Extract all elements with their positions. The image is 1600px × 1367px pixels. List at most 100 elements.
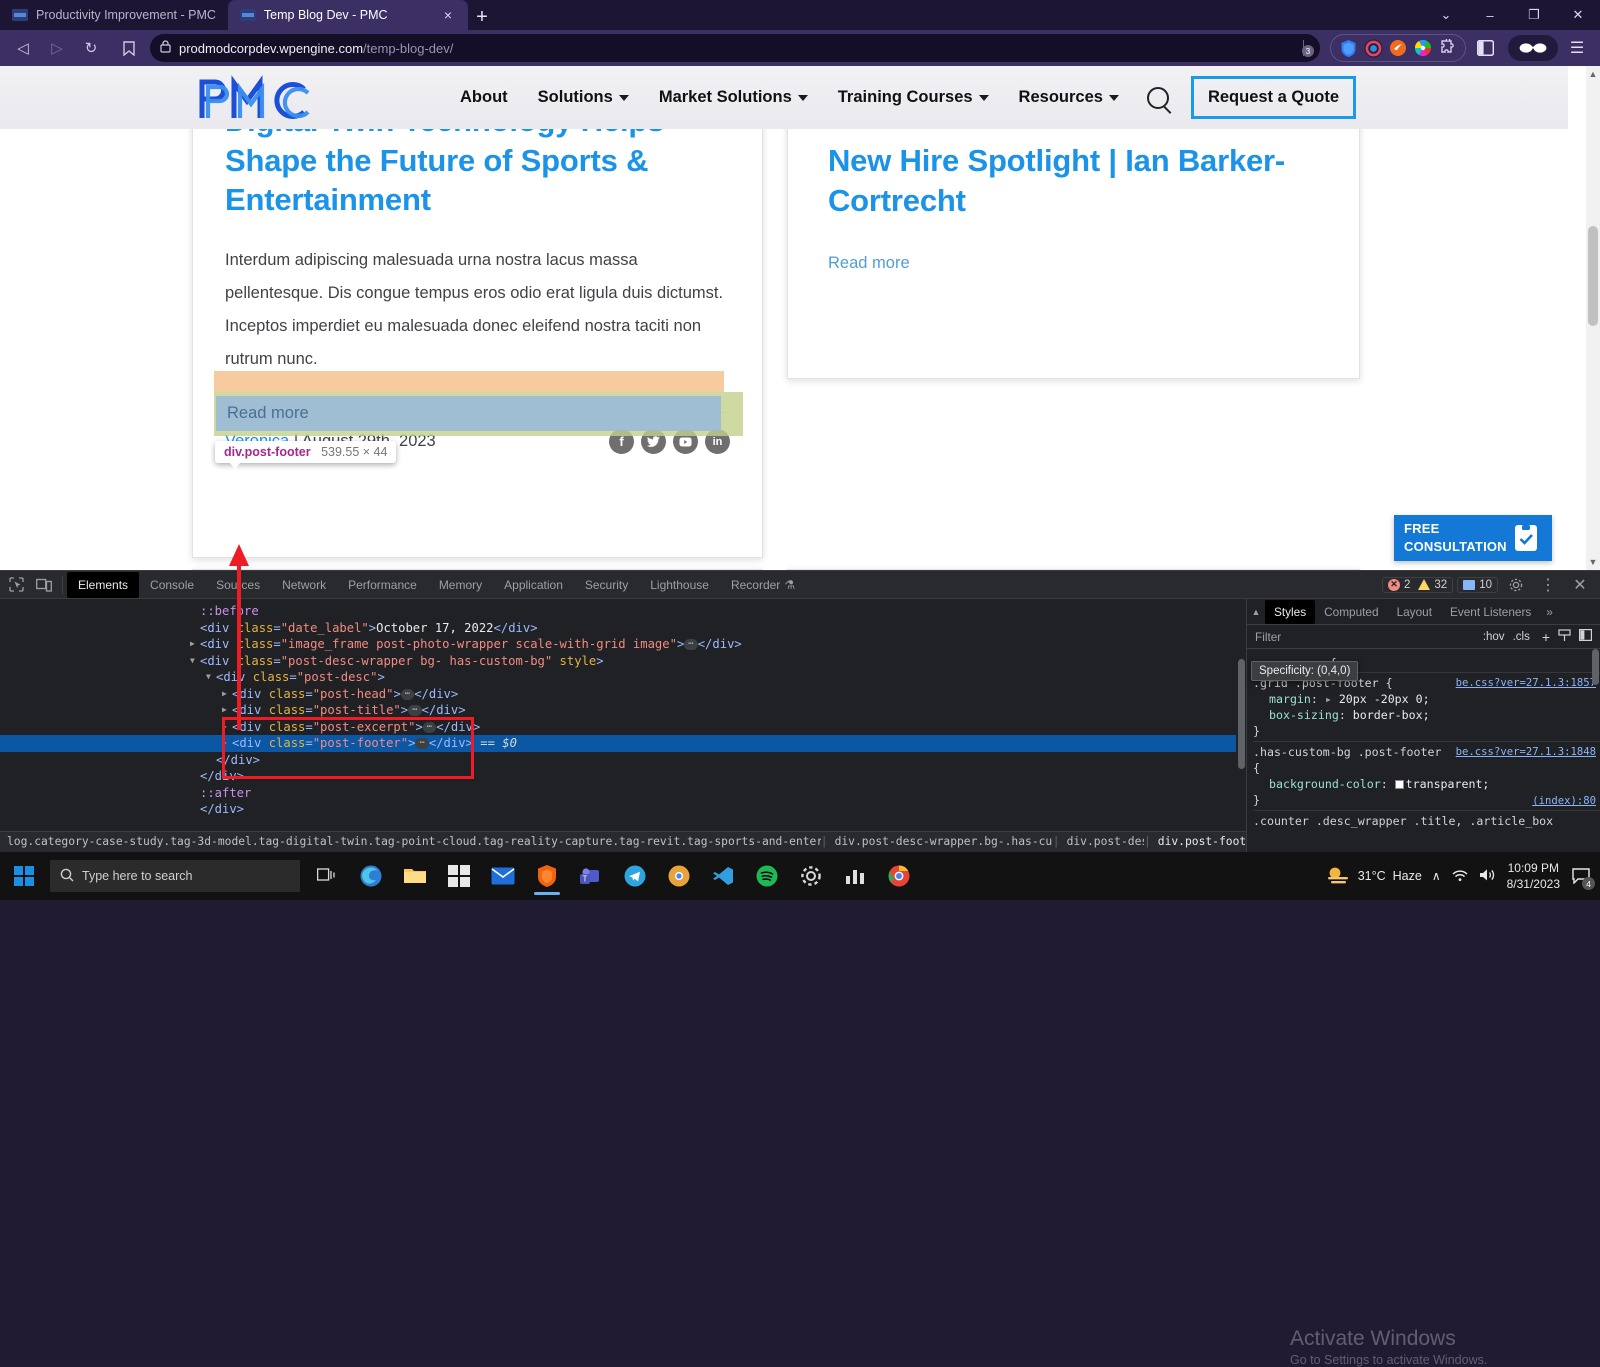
dom-scrollbar[interactable]: [1236, 599, 1246, 853]
declaration-value[interactable]: border-box;: [1353, 708, 1430, 722]
devtools-tab-lighthouse[interactable]: Lighthouse: [639, 572, 720, 598]
devtools-tab-recorder[interactable]: Recorder ⚗: [720, 572, 806, 598]
tab-search-icon[interactable]: ⌄: [1424, 0, 1468, 30]
devtools-tab-memory[interactable]: Memory: [428, 572, 493, 598]
rule-selector[interactable]: .has-custom-bg .post-footer {: [1253, 744, 1453, 776]
settings-icon[interactable]: [794, 857, 828, 895]
page-scroll-thumb[interactable]: [1588, 226, 1598, 326]
dom-node-line[interactable]: ▼ <div class="post-desc-wrapper bg- has-c…: [0, 653, 1246, 670]
hover-state-toggle[interactable]: :hov: [1483, 631, 1505, 643]
post-card-left[interactable]: Digital Twin Technology Helps Shape the …: [192, 103, 763, 558]
spotify-icon[interactable]: [750, 857, 784, 895]
add-style-rule-icon[interactable]: +: [1542, 629, 1550, 645]
profile-avatar[interactable]: [1508, 35, 1558, 61]
maximize-icon[interactable]: ❐: [1512, 0, 1556, 30]
vscode-icon[interactable]: [706, 857, 740, 895]
dom-node-line[interactable]: </div>: [0, 752, 1246, 769]
styles-tab-computed[interactable]: Computed: [1315, 600, 1387, 624]
new-tab-button[interactable]: +: [468, 4, 496, 30]
close-icon[interactable]: ✕: [1566, 572, 1594, 598]
forward-icon[interactable]: ▷: [42, 34, 72, 62]
reload-icon[interactable]: ↻: [76, 34, 106, 62]
taskbar-search-box[interactable]: Type here to search: [50, 860, 300, 892]
post-card-right[interactable]: New Hire Spotlight | Ian Barker-Cortrech…: [787, 106, 1360, 379]
expand-triangle-open-icon[interactable]: ▼: [190, 653, 195, 670]
dom-node-line[interactable]: ▶ <div class="post-title"> ⋯ </div>: [0, 702, 1246, 719]
devtools-tab-performance[interactable]: Performance: [337, 572, 428, 598]
style-rule-grid-post-footer[interactable]: .grid .post-footer { be.css?ver=27.1.3:1…: [1253, 673, 1600, 742]
breadcrumb-item-3[interactable]: div.post-footer: [1151, 834, 1246, 851]
style-rule-counter-title[interactable]: .counter .desc_wrapper .title, .article_…: [1253, 795, 1600, 831]
edge-icon[interactable]: [354, 857, 388, 895]
device-toolbar-icon[interactable]: [30, 572, 58, 598]
file-explorer-icon[interactable]: [398, 857, 432, 895]
declaration-value[interactable]: transparent;: [1406, 777, 1490, 791]
styles-tab-styles[interactable]: Styles: [1265, 599, 1316, 624]
camera-icon[interactable]: [1362, 37, 1384, 59]
free-consultation-button[interactable]: FREE CONSULTATION: [1394, 515, 1552, 561]
bookmark-icon[interactable]: [116, 35, 142, 61]
browser-menu-icon[interactable]: ☰: [1562, 34, 1592, 62]
search-icon[interactable]: [1146, 86, 1169, 109]
chrome-dev-icon[interactable]: [662, 857, 696, 895]
dom-node-line[interactable]: ▶ <div class="post-excerpt"> ⋯ </div>: [0, 719, 1246, 736]
dom-node-line[interactable]: </div>: [0, 801, 1246, 818]
dom-node-line[interactable]: <div class="date_label">October 17, 2022…: [0, 620, 1246, 637]
collapse-icon[interactable]: ▲: [1247, 607, 1265, 617]
microsoft-store-icon[interactable]: [442, 857, 476, 895]
declaration[interactable]: background-color: transparent;: [1253, 776, 1600, 792]
rule-source-link[interactable]: be.css?ver=27.1.3:1848: [1456, 744, 1596, 760]
pmc-logo[interactable]: [196, 74, 340, 121]
nav-item-training-courses[interactable]: Training Courses: [838, 88, 989, 107]
declaration-property[interactable]: box-sizing: [1253, 708, 1339, 722]
scroll-down-arrow[interactable]: ▼: [1586, 554, 1600, 570]
expand-triangle-closed-icon[interactable]: ▶: [190, 636, 195, 653]
clock[interactable]: 10:09 PM 8/31/2023: [1507, 860, 1560, 892]
dom-node-line[interactable]: ▶ <div class="post-head"> ⋯ </div>: [0, 686, 1246, 703]
puzzle-extensions-icon[interactable]: [1437, 37, 1459, 59]
devtools-tab-console[interactable]: Console: [139, 572, 205, 598]
declaration-property[interactable]: background-color: [1253, 777, 1381, 791]
toggle-sidebar-icon[interactable]: [1579, 629, 1593, 644]
post-title-right[interactable]: New Hire Spotlight | Ian Barker-Cortrech…: [828, 141, 1319, 220]
mail-icon[interactable]: [486, 857, 520, 895]
element-state-icon[interactable]: [1558, 628, 1571, 645]
speaker-icon[interactable]: [1479, 868, 1497, 885]
rule-source-link[interactable]: (index):80: [1532, 793, 1596, 809]
post-read-more-left[interactable]: Read more: [227, 404, 309, 423]
dom-node-line[interactable]: </div>: [0, 768, 1246, 785]
styles-tab-layout[interactable]: Layout: [1388, 600, 1441, 624]
sidebar-toggle-icon[interactable]: [1470, 34, 1500, 62]
grammar-icon[interactable]: [1387, 37, 1409, 59]
weather-widget[interactable]: 31°C Haze: [1325, 865, 1422, 888]
vpn-shield-icon[interactable]: [1337, 37, 1359, 59]
dom-node-line[interactable]: ▶ <div class="image_frame post-photo-wrap…: [0, 636, 1246, 653]
dom-tree-pane[interactable]: ::before <div class="date_label">October …: [0, 599, 1246, 853]
telegram-icon[interactable]: [618, 857, 652, 895]
error-count-badge[interactable]: ✕ 2 32: [1382, 576, 1454, 593]
notification-icon[interactable]: 4: [1570, 865, 1595, 890]
tray-expand-icon[interactable]: ∧: [1432, 869, 1441, 883]
breadcrumb-item-0[interactable]: log.category-case-study.tag-3d-model.tag…: [0, 834, 821, 851]
more-tabs-icon[interactable]: »: [1540, 605, 1559, 619]
nav-item-market-solutions[interactable]: Market Solutions: [659, 88, 808, 107]
breadcrumb-item-2[interactable]: div.post-desc: [1060, 834, 1144, 851]
message-count-badge[interactable]: 10: [1457, 576, 1498, 593]
dom-node-line[interactable]: ::after: [0, 785, 1246, 802]
browser-tab-1[interactable]: Productivity Improvement - PMC: [0, 0, 228, 30]
declaration[interactable]: box-sizing: border-box;: [1253, 707, 1600, 723]
task-view-icon[interactable]: [310, 857, 344, 895]
devtools-tab-elements[interactable]: Elements: [67, 571, 140, 598]
breadcrumb-item-1[interactable]: div.post-desc-wrapper.bg-.has-custom-bg: [828, 834, 1053, 851]
devtools-tab-network[interactable]: Network: [271, 572, 337, 598]
minimize-icon[interactable]: –: [1468, 0, 1512, 30]
dom-node-line[interactable]: ▶ <div class="post-footer"> ⋯ </div> == $0: [0, 735, 1246, 752]
kebab-menu-icon[interactable]: ⋮: [1534, 572, 1562, 598]
scroll-up-arrow[interactable]: ▲: [1586, 66, 1600, 82]
windows-start-icon[interactable]: [0, 852, 48, 900]
dom-node-line[interactable]: ::before: [0, 603, 1246, 620]
expand-triangle-open-icon[interactable]: ▼: [206, 669, 211, 686]
post-read-more-right[interactable]: Read more: [828, 254, 1319, 273]
rule-selector[interactable]: .counter .desc_wrapper .title, .article_…: [1253, 814, 1553, 828]
class-toggle[interactable]: .cls: [1513, 631, 1530, 643]
